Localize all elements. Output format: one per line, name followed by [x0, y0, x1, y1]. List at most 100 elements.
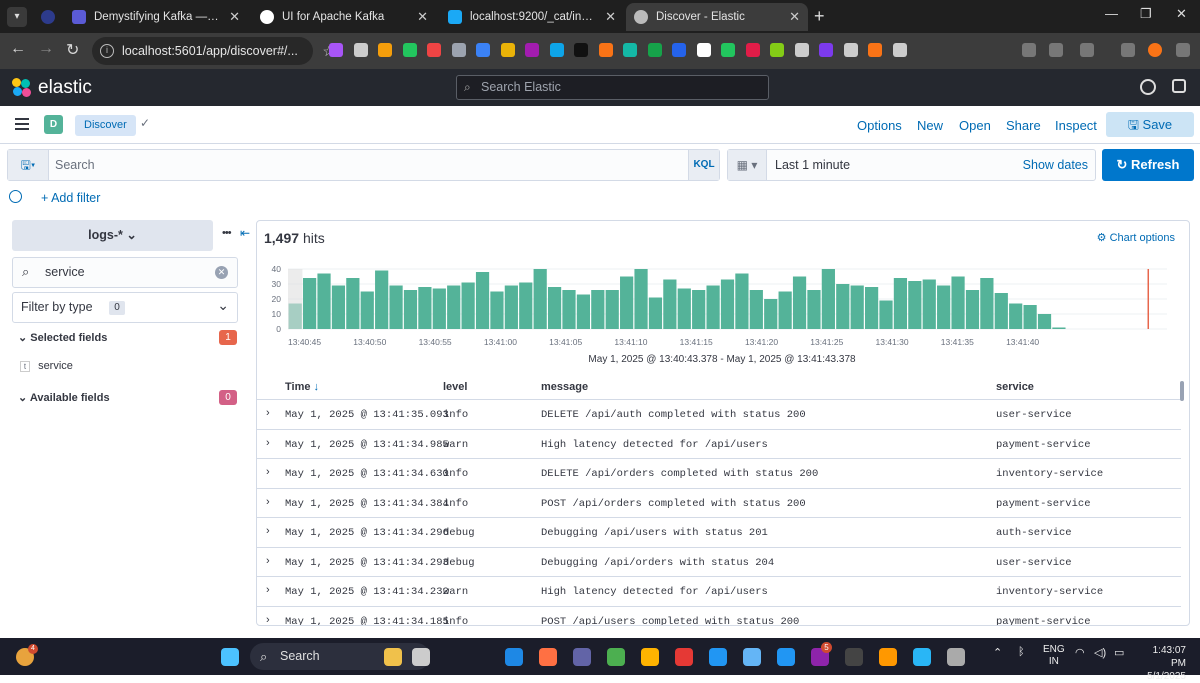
browser-extension-icon[interactable]: [451, 43, 466, 57]
car-icon[interactable]: [1022, 43, 1036, 57]
browser-extension-icon[interactable]: [574, 43, 588, 57]
taskbar-search[interactable]: ⌕ Search: [250, 643, 430, 670]
browser-extension-icon[interactable]: [696, 43, 711, 57]
column-header-time[interactable]: Time ↓: [285, 381, 319, 393]
maximize-icon[interactable]: ❐: [1140, 6, 1152, 22]
share-link[interactable]: Share: [1006, 118, 1041, 133]
index-pattern-selector[interactable]: logs-* ⌄: [12, 220, 213, 251]
password-icon[interactable]: [1049, 43, 1063, 57]
browser-extension-icon[interactable]: [721, 43, 735, 57]
saved-query-icon[interactable]: 🖫▾: [8, 150, 49, 180]
wifi-icon[interactable]: ◠: [1075, 646, 1085, 659]
elastic-logo[interactable]: elastic: [12, 77, 92, 99]
site-info-icon[interactable]: i: [100, 44, 114, 58]
browser-extension-icon[interactable]: [868, 43, 882, 57]
browser-extension-icon[interactable]: [525, 43, 539, 57]
tab-kafka-ui[interactable]: UI for Apache Kafka ✕: [252, 3, 436, 31]
time-range-value[interactable]: Last 1 minute: [775, 150, 850, 180]
taskbar-app-icon[interactable]: [573, 648, 591, 666]
query-input[interactable]: Search: [55, 150, 95, 180]
options-link[interactable]: Options: [857, 118, 902, 133]
expand-row-icon[interactable]: ›: [266, 525, 270, 537]
taskbar-app-icon[interactable]: [641, 648, 659, 666]
table-row[interactable]: › May 1, 2025 @ 13:41:34.630 info DELETE /a…: [257, 459, 1181, 489]
tab-pinned[interactable]: [33, 3, 59, 31]
filter-options-icon[interactable]: [9, 190, 22, 203]
taskbar-app-icon[interactable]: [412, 648, 430, 666]
browser-extension-icon[interactable]: [427, 43, 441, 57]
filter-by-type[interactable]: Filter by type 0 ⌄: [12, 292, 238, 323]
taskbar-app-icon[interactable]: [913, 648, 931, 666]
taskbar-app-icon[interactable]: [743, 648, 761, 666]
profile-icon[interactable]: [1148, 43, 1162, 57]
field-search-input[interactable]: ⌕ service ✕: [12, 257, 238, 288]
column-header-message[interactable]: message: [541, 381, 588, 393]
browser-extension-icon[interactable]: [402, 43, 417, 57]
chart-options-button[interactable]: ⚙ Chart options: [1097, 231, 1175, 244]
browser-extension-icon[interactable]: [500, 43, 515, 57]
table-row[interactable]: › May 1, 2025 @ 13:41:34.293 debug Debuggin…: [257, 548, 1181, 577]
browser-extension-icon[interactable]: [819, 43, 833, 57]
space-avatar[interactable]: D: [44, 115, 63, 134]
help-icon[interactable]: [1140, 79, 1156, 95]
column-header-level[interactable]: level: [443, 381, 467, 393]
browser-extension-icon[interactable]: [378, 43, 392, 57]
volume-icon[interactable]: ◁): [1094, 646, 1106, 659]
field-item-service[interactable]: t service: [20, 360, 73, 372]
taskbar-app-icon[interactable]: [384, 648, 402, 666]
menu-icon[interactable]: [15, 118, 29, 133]
table-row[interactable]: › May 1, 2025 @ 13:41:34.232 warn High late…: [257, 577, 1181, 607]
selected-fields-header[interactable]: ⌄ Selected fields: [18, 331, 107, 344]
close-tab-icon[interactable]: ✕: [789, 9, 800, 25]
newsfeed-icon[interactable]: [1172, 79, 1186, 93]
taskbar-app-icon[interactable]: [777, 648, 795, 666]
tray-chevron-icon[interactable]: ⌃: [993, 646, 1002, 659]
clock[interactable]: 1:43:07 PM 5/1/2025: [1138, 644, 1186, 683]
browser-extension-icon[interactable]: [549, 43, 564, 57]
expand-row-icon[interactable]: ›: [266, 555, 270, 567]
add-filter-link[interactable]: + Add filter: [41, 191, 100, 205]
close-tab-icon[interactable]: ✕: [417, 9, 428, 25]
breadcrumb[interactable]: Discover: [75, 115, 136, 136]
browser-extension-icon[interactable]: [794, 43, 809, 57]
bluetooth-icon[interactable]: ᛒ: [1018, 646, 1025, 658]
histogram-chart[interactable]: 0 10 20 30 40 13:40:45 13:40:50 13:40:55 13:41:0…: [257, 261, 1181, 369]
taskbar-app-icon[interactable]: [505, 648, 523, 666]
minimize-icon[interactable]: —: [1105, 6, 1118, 21]
menu-dots-icon[interactable]: [1176, 43, 1190, 57]
tab-indices[interactable]: localhost:9200/_cat/indices ✕: [440, 3, 624, 31]
close-window-icon[interactable]: ✕: [1176, 6, 1187, 22]
collapse-sidebar-icon[interactable]: ⇤: [240, 226, 250, 240]
taskbar-app-icon[interactable]: [675, 648, 693, 666]
expand-row-icon[interactable]: ›: [266, 584, 270, 596]
browser-extension-icon[interactable]: [353, 43, 368, 57]
browser-extension-icon[interactable]: [329, 43, 343, 57]
open-link[interactable]: Open: [959, 118, 991, 133]
refresh-button[interactable]: ↻ Refresh: [1102, 149, 1194, 181]
browser-extension-icon[interactable]: [598, 43, 613, 57]
battery-icon[interactable]: ▭: [1114, 646, 1124, 659]
tab-discover[interactable]: Discover - Elastic ✕: [626, 3, 808, 31]
expand-row-icon[interactable]: ›: [266, 437, 270, 449]
expand-row-icon[interactable]: ›: [266, 466, 270, 478]
inspect-link[interactable]: Inspect: [1055, 118, 1097, 133]
language-indicator[interactable]: ENG IN: [1043, 644, 1065, 668]
taskbar-app-icon[interactable]: [879, 648, 897, 666]
show-dates-link[interactable]: Show dates: [1023, 150, 1088, 180]
address-bar[interactable]: i localhost:5601/app/discover#/... ☆: [92, 37, 335, 65]
table-scrollbar[interactable]: [1180, 381, 1184, 401]
browser-extension-icon[interactable]: [476, 43, 490, 57]
close-tab-icon[interactable]: ✕: [605, 9, 616, 25]
browser-extension-icon[interactable]: [843, 43, 858, 57]
tab-eraser[interactable]: Demystifying Kafka — Eraser ✕: [64, 3, 248, 31]
table-row[interactable]: › May 1, 2025 @ 13:41:35.093 info DELETE /a…: [257, 400, 1181, 430]
available-fields-header[interactable]: ⌄ Available fields: [18, 391, 110, 404]
reload-icon[interactable]: ↻: [66, 40, 79, 60]
expand-row-icon[interactable]: ›: [266, 614, 270, 626]
kql-toggle[interactable]: KQL: [688, 150, 719, 180]
more-options-icon[interactable]: •••: [222, 227, 232, 239]
browser-extension-icon[interactable]: [623, 43, 637, 57]
taskbar-app-icon[interactable]: [947, 648, 965, 666]
taskbar-app-icon[interactable]: [845, 648, 863, 666]
clear-icon[interactable]: ✕: [215, 266, 228, 279]
